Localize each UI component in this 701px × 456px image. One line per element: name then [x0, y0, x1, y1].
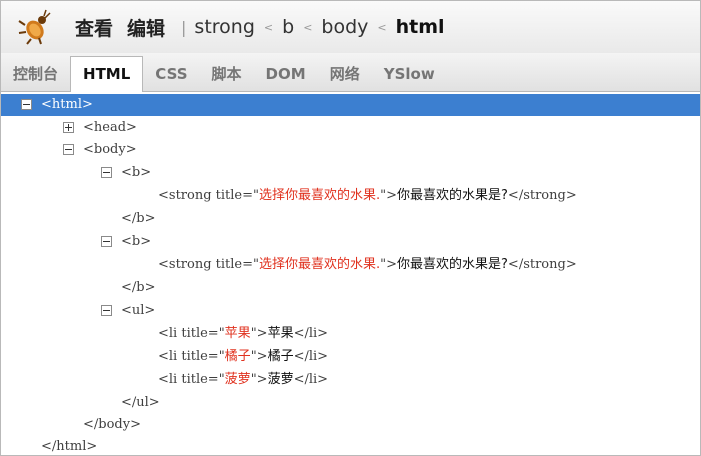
- tag-b-open: <b>: [121, 165, 152, 180]
- breadcrumb-body[interactable]: body: [321, 16, 368, 38]
- toolbar: 查看 编辑 | strong < b < body < html: [1, 1, 700, 54]
- breadcrumb-b[interactable]: b: [282, 16, 294, 38]
- tab-console[interactable]: 控制台: [1, 57, 70, 91]
- tag-body-close: </body>: [83, 417, 141, 432]
- menu-view[interactable]: 查看: [75, 14, 113, 41]
- attr-title-value: 橘子: [224, 349, 251, 364]
- text-content: 菠萝: [267, 372, 294, 387]
- text-content: 你最喜欢的水果是?: [397, 188, 508, 203]
- tag-strong-close: </strong>: [507, 257, 577, 272]
- tab-dom[interactable]: DOM: [254, 57, 318, 91]
- menu-edit[interactable]: 编辑: [127, 14, 165, 41]
- tag-strong-prefix: <strong title=": [158, 257, 259, 272]
- tag-li-suffix: ">: [250, 372, 268, 387]
- tree-node-li[interactable]: <li title="菠萝">菠萝</li>: [158, 369, 328, 391]
- attr-title-value: 选择你最喜欢的水果.: [259, 188, 381, 203]
- breadcrumb-arrow-icon: <: [263, 20, 274, 34]
- tab-script[interactable]: 脚本: [200, 57, 254, 91]
- tag-li-close: </li>: [293, 372, 329, 387]
- tag-body-open: <body>: [83, 142, 137, 157]
- tag-strong-suffix: ">: [380, 257, 398, 272]
- tree-node-strong[interactable]: <strong title="选择你最喜欢的水果.">你最喜欢的水果是?</st…: [158, 185, 577, 207]
- tag-li-prefix: <li title=": [158, 372, 225, 387]
- tag-li-close: </li>: [293, 326, 329, 341]
- attr-title-value: 选择你最喜欢的水果.: [259, 257, 381, 272]
- collapse-icon[interactable]: [101, 305, 112, 316]
- tag-b-close: </b>: [121, 280, 156, 295]
- tag-head: <head>: [83, 120, 137, 135]
- tag-html-close: </html>: [41, 439, 98, 454]
- firebug-panel: 查看 编辑 | strong < b < body < html 控制台 HTM…: [0, 0, 701, 456]
- tag-ul-close: </ul>: [121, 395, 160, 410]
- collapse-icon[interactable]: [101, 167, 112, 178]
- text-content: 苹果: [267, 326, 294, 341]
- tree-node-strong[interactable]: <strong title="选择你最喜欢的水果.">你最喜欢的水果是?</st…: [158, 254, 577, 276]
- tag-li-close: </li>: [293, 349, 329, 364]
- tag-li-prefix: <li title=": [158, 349, 225, 364]
- tag-li-prefix: <li title=": [158, 326, 225, 341]
- tree-node-html[interactable]: <html>: [1, 94, 700, 116]
- text-content: 你最喜欢的水果是?: [397, 257, 508, 272]
- tab-css[interactable]: CSS: [143, 57, 199, 91]
- breadcrumb: | strong < b < body < html: [173, 16, 445, 38]
- breadcrumb-arrow-icon: <: [303, 20, 313, 34]
- tag-li-suffix: ">: [250, 326, 268, 341]
- firebug-icon[interactable]: [17, 9, 53, 45]
- breadcrumb-arrow-icon: <: [377, 20, 387, 34]
- tag-li-suffix: ">: [250, 349, 268, 364]
- collapse-icon[interactable]: [21, 99, 32, 110]
- expand-icon[interactable]: [63, 122, 74, 133]
- tag-b-open: <b>: [121, 234, 152, 249]
- attr-title-value: 菠萝: [224, 372, 251, 387]
- breadcrumb-strong[interactable]: strong: [194, 16, 254, 38]
- breadcrumb-html[interactable]: html: [396, 16, 445, 38]
- tag-ul-open: <ul>: [121, 303, 156, 318]
- tree-node-li[interactable]: <li title="苹果">苹果</li>: [158, 323, 328, 345]
- text-content: 橘子: [267, 349, 294, 364]
- tag-html-open: <html>: [41, 97, 93, 112]
- panel-tabs: 控制台 HTML CSS 脚本 DOM 网络 YSlow: [1, 53, 700, 92]
- tree-node-li[interactable]: <li title="橘子">橘子</li>: [158, 346, 328, 368]
- collapse-icon[interactable]: [101, 236, 112, 247]
- collapse-icon[interactable]: [63, 144, 74, 155]
- tab-html[interactable]: HTML: [70, 56, 144, 92]
- breadcrumb-divider: |: [181, 17, 187, 37]
- tag-strong-close: </strong>: [507, 188, 577, 203]
- tab-yslow[interactable]: YSlow: [372, 57, 447, 91]
- attr-title-value: 苹果: [224, 326, 251, 341]
- tab-net[interactable]: 网络: [318, 57, 372, 91]
- tag-strong-suffix: ">: [380, 188, 398, 203]
- tag-b-close: </b>: [121, 211, 156, 226]
- tag-strong-prefix: <strong title=": [158, 188, 259, 203]
- html-tree: <html> <head> <body> <b> <strong title="…: [1, 92, 700, 455]
